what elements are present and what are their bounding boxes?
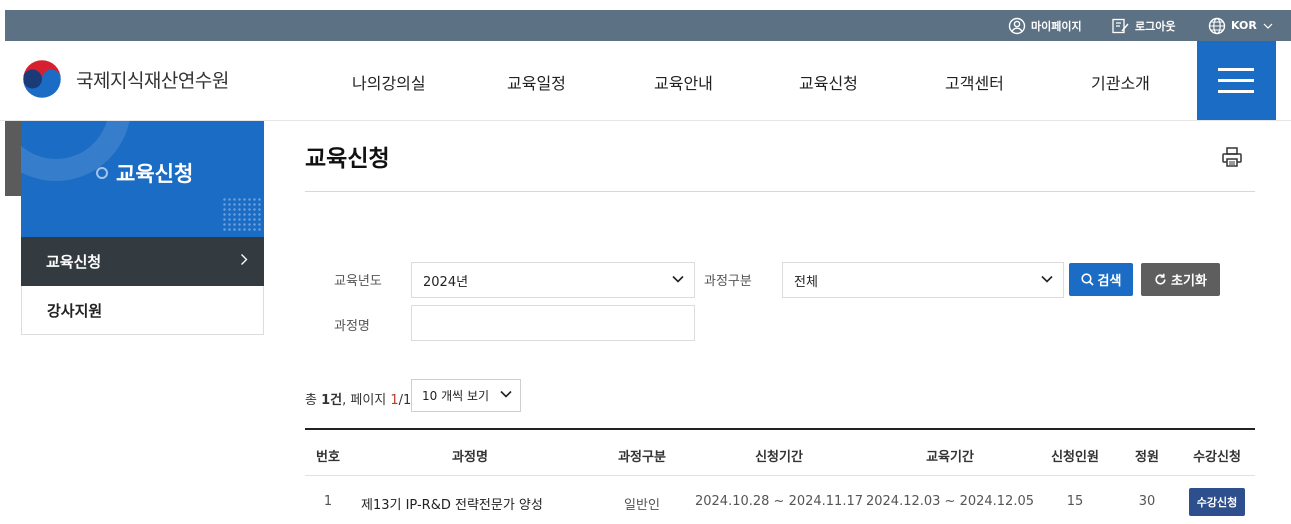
row-number: 1 — [323, 494, 333, 509]
globe-icon — [1208, 17, 1226, 34]
reset-button[interactable]: 초기화 — [1141, 263, 1220, 296]
category-select[interactable]: 전체 — [782, 262, 1064, 298]
mypage-label: 마이페이지 — [1031, 19, 1082, 33]
row-capacity: 30 — [1138, 494, 1156, 509]
th-applicants: 신청인원 — [1051, 450, 1099, 465]
row-edu-period: 2024.12.03 ~ 2024.12.05 — [865, 494, 1035, 509]
sidebar-header: 교육신청 — [21, 121, 264, 237]
sidebar-item-label: 강사지원 — [47, 301, 103, 320]
course-name-input[interactable] — [411, 305, 695, 341]
hamburger-icon — [1218, 68, 1254, 71]
category-label: 과정구분 — [704, 274, 752, 289]
current-page: 1 — [390, 393, 399, 408]
th-apply-period: 신청기간 — [755, 450, 803, 465]
mypage-link[interactable]: 마이페이지 — [1008, 10, 1082, 41]
result-summary: 총 1건, 페이지 1/1 — [305, 389, 411, 408]
nav-schedule[interactable]: 교육일정 — [507, 70, 566, 94]
language-select[interactable]: KOR — [1208, 10, 1278, 41]
logout-label: 로그아웃 — [1135, 19, 1176, 33]
nav-customer-center[interactable]: 고객센터 — [945, 70, 1004, 94]
reset-button-label: 초기화 — [1171, 274, 1207, 289]
sidebar-title: 교육신청 — [96, 158, 193, 188]
search-icon — [1080, 273, 1094, 286]
hamburger-icon-line — [1218, 79, 1254, 82]
chevron-down-icon — [672, 275, 684, 283]
nav-my-classroom[interactable]: 나의강의실 — [352, 70, 426, 94]
search-button-label: 검색 — [1097, 274, 1122, 289]
course-name-label: 과정명 — [334, 319, 370, 334]
site-logo[interactable]: 국제지식재산연수원 — [22, 59, 229, 99]
decorative-tab — [5, 121, 21, 196]
utility-bar: 마이페이지 로그아웃 KOR — [5, 10, 1291, 41]
year-select[interactable]: 2024년 — [411, 262, 695, 298]
page-title: 교육신청 — [305, 146, 390, 172]
refresh-icon — [1155, 273, 1166, 285]
category-value: 전체 — [794, 274, 818, 290]
row-applicants: 15 — [1066, 494, 1084, 509]
hamburger-icon-line — [1218, 90, 1254, 93]
year-value: 2024년 — [423, 274, 469, 290]
logout-link[interactable]: 로그아웃 — [1112, 10, 1175, 41]
search-button[interactable]: 검색 — [1069, 263, 1133, 296]
language-label: KOR — [1231, 19, 1257, 32]
th-category: 과정구분 — [618, 450, 666, 465]
ring-icon — [96, 167, 108, 179]
th-course: 과정명 — [452, 450, 488, 465]
table-top-border — [305, 428, 1255, 430]
row-apply-period: 2024.10.28 ~ 2024.11.17 — [694, 494, 864, 509]
nav-about[interactable]: 기관소개 — [1091, 70, 1150, 94]
logo-text: 국제지식재산연수원 — [76, 69, 229, 92]
th-enroll: 수강신청 — [1193, 450, 1241, 465]
chevron-down-icon — [1263, 23, 1273, 29]
th-capacity: 정원 — [1135, 450, 1159, 465]
total-pages: /1 — [398, 393, 412, 408]
result-count: 1건 — [321, 393, 343, 408]
nav-guide[interactable]: 교육안내 — [654, 70, 713, 94]
per-page-value: 10 개씩 보기 — [422, 389, 490, 403]
row-course-link[interactable]: 제13기 IP-R&D 전략전문가 양성 — [361, 494, 543, 513]
summary-prefix: 총 — [305, 393, 322, 408]
decorative-dots — [222, 197, 262, 233]
sidebar-item-apply[interactable]: 교육신청 — [21, 237, 264, 286]
nav-apply[interactable]: 교육신청 — [799, 70, 858, 94]
chevron-down-icon — [500, 390, 512, 398]
all-menu-button[interactable] — [1197, 41, 1276, 120]
per-page-select[interactable]: 10 개씩 보기 — [411, 379, 521, 412]
logout-icon — [1112, 18, 1129, 33]
summary-page-text: , 페이지 — [342, 393, 391, 408]
row-category: 일반인 — [624, 498, 660, 513]
sidebar-item-instructor[interactable]: 강사지원 — [21, 286, 264, 335]
user-circle-icon — [1008, 17, 1026, 34]
chevron-down-icon — [1041, 275, 1053, 283]
th-edu-period: 교육기간 — [926, 450, 974, 465]
print-icon[interactable] — [1221, 146, 1243, 168]
sidebar-title-label: 교육신청 — [116, 162, 194, 186]
year-label: 교육년도 — [334, 274, 382, 289]
table-header-divider — [305, 475, 1255, 476]
sidebar-item-label: 교육신청 — [46, 253, 102, 271]
th-number: 번호 — [316, 450, 340, 465]
title-divider — [305, 191, 1255, 192]
taeguk-logo-icon — [22, 59, 62, 99]
chevron-right-icon — [241, 254, 248, 265]
enroll-button[interactable]: 수강신청 — [1189, 488, 1245, 516]
